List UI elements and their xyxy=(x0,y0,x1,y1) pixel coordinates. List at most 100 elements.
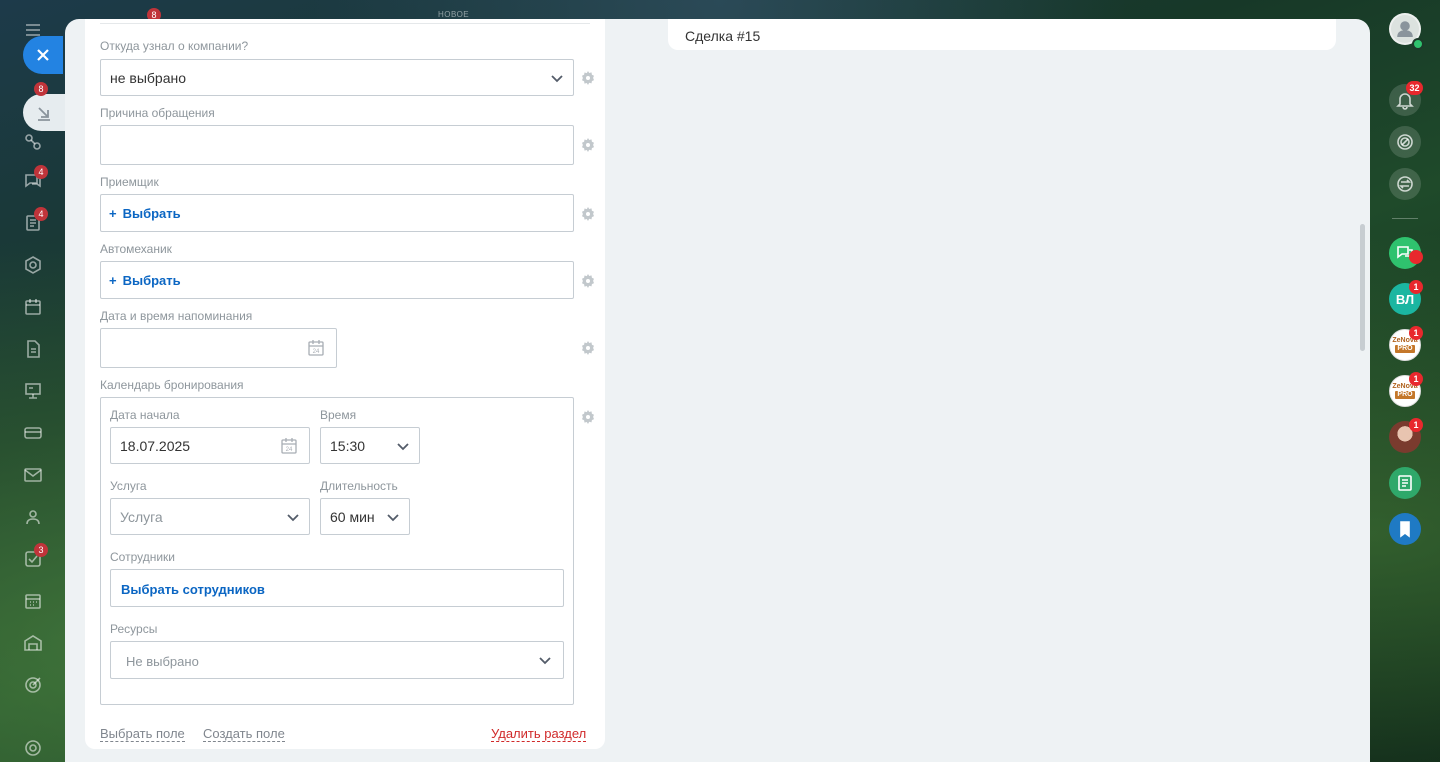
deal-title: Сделка #15 xyxy=(685,28,761,44)
calendar-icon[interactable]: 24 xyxy=(280,437,298,455)
bookmark-icon xyxy=(1400,521,1410,538)
delete-section-link[interactable]: Удалить раздел xyxy=(491,726,587,742)
sites-icon[interactable] xyxy=(22,254,44,276)
target-icon xyxy=(1397,134,1413,150)
mechanic-label: Автомеханик xyxy=(100,242,172,256)
reason-input[interactable] xyxy=(100,125,574,165)
resources-value: Не выбрано xyxy=(126,654,199,669)
receiver-field: + Выбрать xyxy=(100,194,574,232)
settings-icon[interactable] xyxy=(22,737,44,759)
zenova-pro-label: PRO xyxy=(1395,345,1415,353)
booking-label: Календарь бронирования xyxy=(100,378,244,392)
select-staff-button[interactable]: Выбрать сотрудников xyxy=(121,582,265,597)
receiver-select-label: Выбрать xyxy=(122,206,181,221)
deal-title-card: Сделка #15 xyxy=(668,19,1336,50)
top-divider xyxy=(100,23,590,24)
zenova-1-badge: 1 xyxy=(1409,326,1423,340)
sync-icon xyxy=(1397,176,1413,192)
goals-button[interactable] xyxy=(1389,126,1421,158)
service-select[interactable]: Услуга xyxy=(110,498,310,535)
duration-label: Длительность xyxy=(320,479,398,493)
deal-slider-panel: Сделка #15 Откуда узнал о компании? не в… xyxy=(65,19,1370,762)
svg-text:24: 24 xyxy=(286,447,293,453)
deal-fields-card: Откуда узнал о компании? не выбрано Прич… xyxy=(85,19,605,749)
warehouse-icon[interactable] xyxy=(22,632,44,654)
mechanic-select-label: Выбрать xyxy=(122,273,181,288)
gear-icon[interactable] xyxy=(581,138,595,152)
staff-field: Выбрать сотрудников xyxy=(110,569,564,607)
receiver-label: Приемщик xyxy=(100,175,159,189)
calendar-icon[interactable] xyxy=(22,296,44,318)
crm-icon[interactable] xyxy=(22,131,44,153)
reminder-label: Дата и время напоминания xyxy=(100,309,253,323)
notes-button[interactable] xyxy=(1389,467,1421,499)
chat-badge: 4 xyxy=(34,165,48,179)
tasks-badge: 3 xyxy=(34,543,48,557)
duration-select[interactable]: 60 мин xyxy=(320,498,410,535)
svg-text:24: 24 xyxy=(313,349,320,355)
time-label: Время xyxy=(320,408,357,422)
notifications-badge: 32 xyxy=(1406,81,1423,95)
contacts-icon[interactable] xyxy=(22,506,44,528)
resources-select[interactable]: Не выбрано xyxy=(110,641,564,679)
sync-button[interactable] xyxy=(1389,168,1421,200)
chevron-down-icon xyxy=(286,510,300,524)
close-icon xyxy=(37,49,49,61)
start-date-input[interactable]: 18.07.2025 24 xyxy=(110,427,310,464)
zenova-2-badge: 1 xyxy=(1409,372,1423,386)
source-value: не выбрано xyxy=(110,70,187,86)
booking-calendar: Дата начала 18.07.2025 24 Время 15:30 Ус… xyxy=(100,397,574,705)
payments-icon[interactable] xyxy=(22,422,44,444)
chevron-down-icon xyxy=(386,510,400,524)
online-status-icon xyxy=(1412,38,1424,50)
time-value: 15:30 xyxy=(330,438,366,454)
open-lines-badge-icon xyxy=(1409,250,1423,264)
zenova-pro-label: PRO xyxy=(1395,391,1415,399)
gear-icon[interactable] xyxy=(581,71,595,85)
source-label: Откуда узнал о компании? xyxy=(100,39,249,53)
select-field-link[interactable]: Выбрать поле xyxy=(100,726,185,742)
gear-icon[interactable] xyxy=(581,410,595,424)
reason-label: Причина обращения xyxy=(100,106,215,120)
chevron-down-icon xyxy=(396,439,410,453)
avatar-vl-badge: 1 xyxy=(1409,280,1423,294)
gear-icon[interactable] xyxy=(581,274,595,288)
source-select[interactable]: не выбрано xyxy=(100,59,574,96)
chevron-down-icon xyxy=(538,653,552,667)
minimize-slider-button[interactable] xyxy=(23,94,65,131)
close-slider-button[interactable] xyxy=(23,36,63,74)
mechanic-field: + Выбрать xyxy=(100,261,574,299)
minimize-icon xyxy=(38,106,50,121)
feed-badge: 8 xyxy=(34,82,48,96)
gear-icon[interactable] xyxy=(581,341,595,355)
goals-icon[interactable] xyxy=(22,674,44,696)
mail-icon[interactable] xyxy=(22,464,44,486)
user-icon xyxy=(1397,21,1413,38)
schedule-icon[interactable] xyxy=(22,590,44,612)
plus-icon: + xyxy=(109,273,117,288)
bookmarks-button[interactable] xyxy=(1389,513,1421,545)
rail-divider xyxy=(1392,218,1418,219)
calendar-icon[interactable]: 24 xyxy=(307,339,325,357)
reminder-datetime-input[interactable]: 24 xyxy=(100,328,337,368)
start-date-value: 18.07.2025 xyxy=(120,438,191,454)
start-date-label: Дата начала xyxy=(110,408,180,422)
mechanic-select-button[interactable]: + Выбрать xyxy=(109,273,181,288)
duration-value: 60 мин xyxy=(330,509,375,525)
presentation-icon[interactable] xyxy=(22,380,44,402)
background-new-label: НОВОЕ xyxy=(438,10,470,19)
staff-label: Сотрудники xyxy=(110,550,175,564)
plus-icon: + xyxy=(109,206,117,221)
receiver-select-button[interactable]: + Выбрать xyxy=(109,206,181,221)
chevron-down-icon xyxy=(550,71,564,85)
service-placeholder: Услуга xyxy=(120,509,163,525)
file-icon[interactable] xyxy=(22,338,44,360)
photo-avatar-badge: 1 xyxy=(1409,418,1423,432)
service-label: Услуга xyxy=(110,479,147,493)
time-select[interactable]: 15:30 xyxy=(320,427,420,464)
gear-icon[interactable] xyxy=(581,207,595,221)
scrollbar[interactable] xyxy=(1360,224,1365,351)
resources-label: Ресурсы xyxy=(110,622,158,636)
notes-icon xyxy=(1398,475,1412,491)
create-field-link[interactable]: Создать поле xyxy=(203,726,285,742)
